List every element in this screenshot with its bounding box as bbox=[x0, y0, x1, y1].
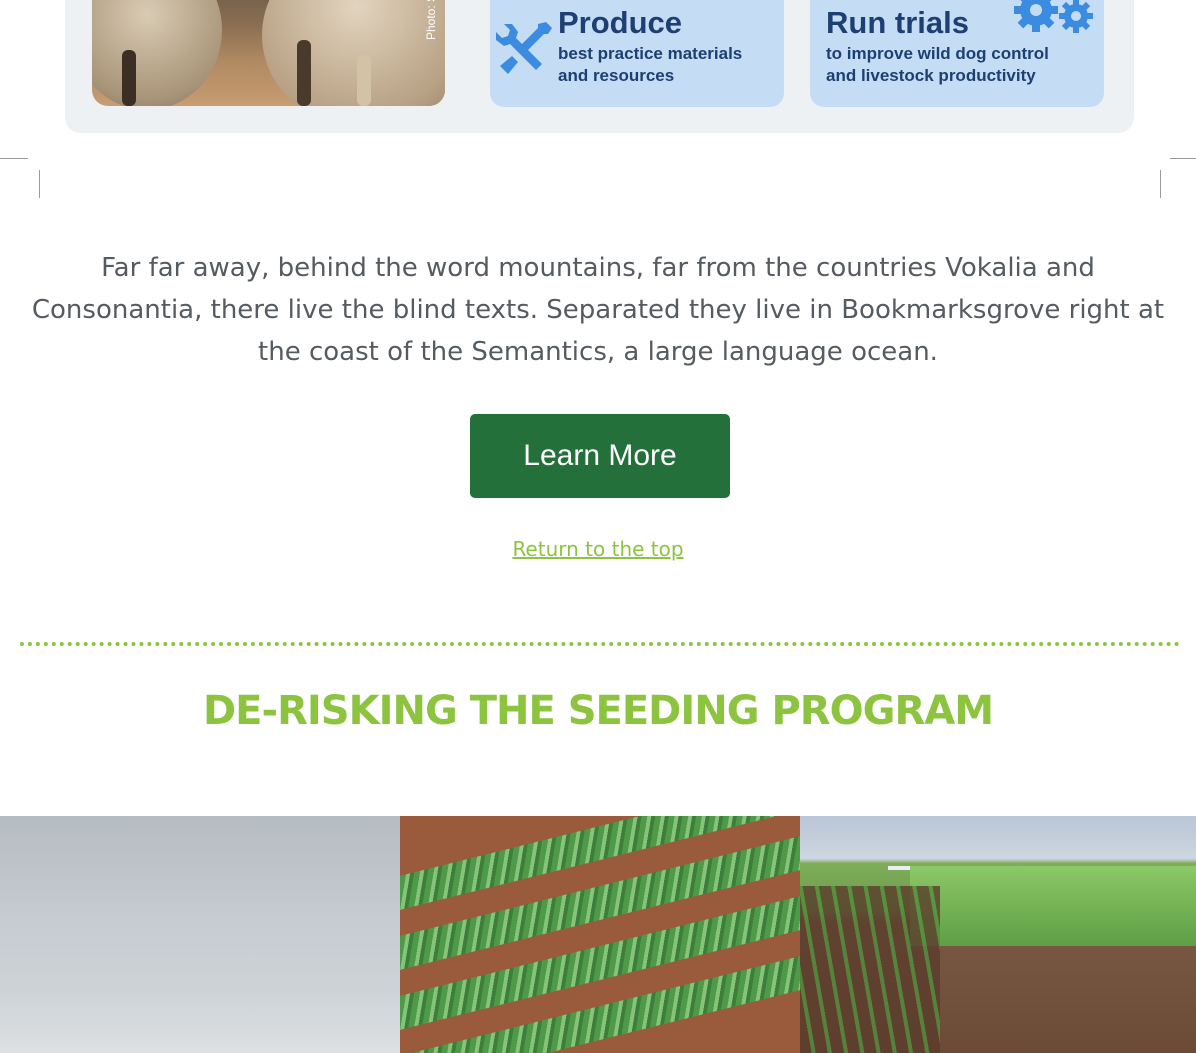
gallery-image-sky[interactable] bbox=[0, 816, 400, 1053]
card-subtitle: best practice materials and resources bbox=[558, 44, 743, 85]
section-divider bbox=[20, 642, 1180, 646]
produce-card: Produce best practice materials and reso… bbox=[490, 0, 784, 107]
run-trials-card: Run trials to improve wild dog control a… bbox=[810, 0, 1104, 107]
gallery-image-paddock[interactable] bbox=[800, 816, 1196, 1053]
wrench-screwdriver-icon bbox=[496, 22, 552, 74]
card-subtitle: to improve wild dog control and livestoc… bbox=[826, 44, 1049, 85]
corner-mark bbox=[39, 170, 40, 198]
intro-paragraph: Far far away, behind the word mountains,… bbox=[31, 253, 1165, 367]
gears-icon bbox=[1014, 0, 1093, 33]
sheep-photo: Photo: Ste bbox=[92, 0, 445, 106]
corner-mark bbox=[1160, 170, 1161, 198]
card-title: Produce bbox=[558, 5, 683, 40]
learn-more-button[interactable]: Learn More bbox=[470, 414, 730, 498]
corner-mark bbox=[0, 158, 28, 159]
card-title: Run trials bbox=[826, 5, 969, 40]
return-to-top-link[interactable]: Return to the top bbox=[0, 537, 1196, 561]
section-title: DE-RISKING THE SEEDING PROGRAM bbox=[202, 688, 994, 734]
gallery-image-seedlings[interactable] bbox=[400, 816, 800, 1053]
corner-mark bbox=[1170, 158, 1196, 159]
photo-credit: Photo: Ste bbox=[424, 0, 438, 41]
